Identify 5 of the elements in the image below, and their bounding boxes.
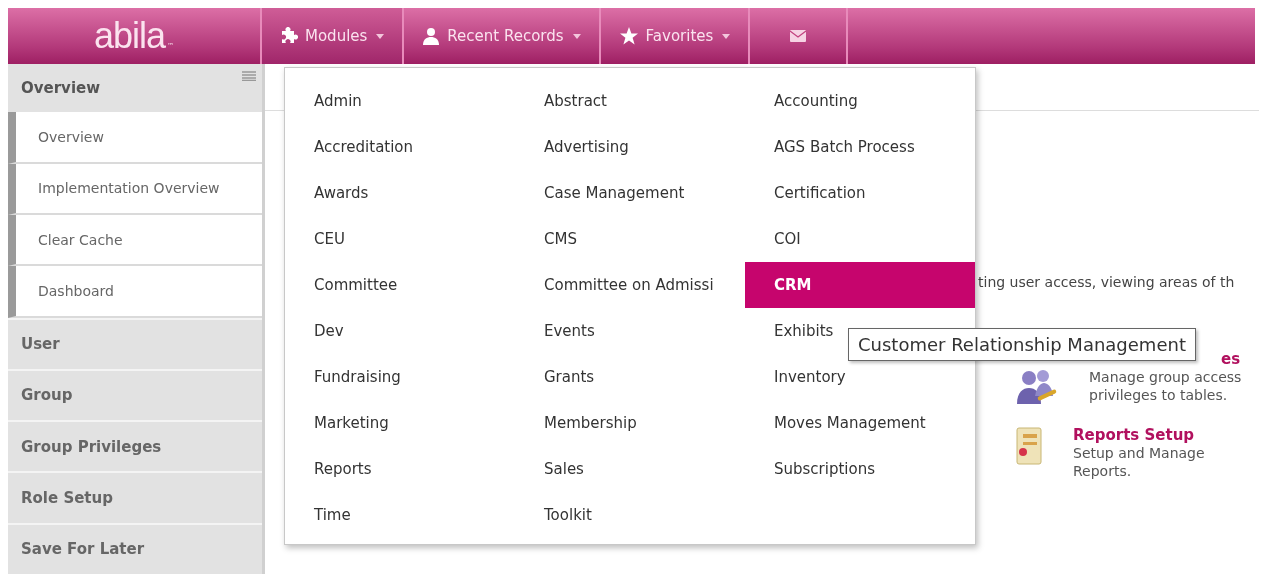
tooltip: Customer Relationship Management <box>848 328 1196 361</box>
card-description: Manage group access privileges to tables. <box>1089 368 1243 404</box>
logo: abila <box>93 15 166 57</box>
description-text: ting user access, viewing areas of th <box>978 274 1236 290</box>
card-description: Setup and Manage Reports. <box>1073 444 1206 480</box>
